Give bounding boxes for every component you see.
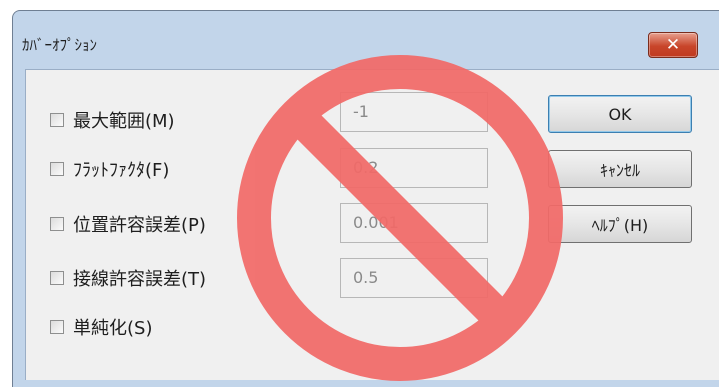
close-button[interactable]: ✕ (648, 32, 698, 58)
ok-button[interactable]: OK (548, 95, 692, 133)
close-icon: ✕ (665, 35, 681, 55)
max-range-field[interactable]: -1 (340, 92, 488, 132)
flat-factor-field[interactable]: 0.2 (340, 148, 488, 188)
simplify-label: 単純化(S) (73, 318, 153, 339)
position-tolerance-label: 位置許容誤差(P) (73, 215, 206, 236)
option-tangent-tolerance[interactable]: 接線許容誤差(T) (50, 265, 206, 291)
option-max-range[interactable]: 最大範囲(M) (50, 107, 175, 133)
max-range-label: 最大範囲(M) (73, 111, 175, 132)
flat-factor-label: ﾌﾗｯﾄﾌｧｸﾀ(F) (73, 160, 170, 181)
flat-factor-checkbox[interactable] (50, 162, 64, 176)
cancel-button[interactable]: ｷｬﾝｾﾙ (548, 150, 692, 188)
position-tolerance-field[interactable]: 0.001 (340, 203, 488, 243)
dialog-title: ｶﾊﾞｰｵﾌﾟｼｮﾝ (22, 36, 98, 54)
help-button[interactable]: ﾍﾙﾌﾟ(H) (548, 205, 692, 243)
tangent-tolerance-field[interactable]: 0.5 (340, 258, 488, 298)
tangent-tolerance-label: 接線許容誤差(T) (73, 269, 207, 290)
option-simplify[interactable]: 単純化(S) (50, 314, 152, 340)
position-tolerance-checkbox[interactable] (50, 217, 64, 231)
tangent-tolerance-checkbox[interactable] (50, 271, 64, 285)
option-flat-factor[interactable]: ﾌﾗｯﾄﾌｧｸﾀ(F) (50, 156, 169, 182)
max-range-checkbox[interactable] (50, 113, 64, 127)
option-position-tolerance[interactable]: 位置許容誤差(P) (50, 211, 206, 237)
simplify-checkbox[interactable] (50, 320, 64, 334)
